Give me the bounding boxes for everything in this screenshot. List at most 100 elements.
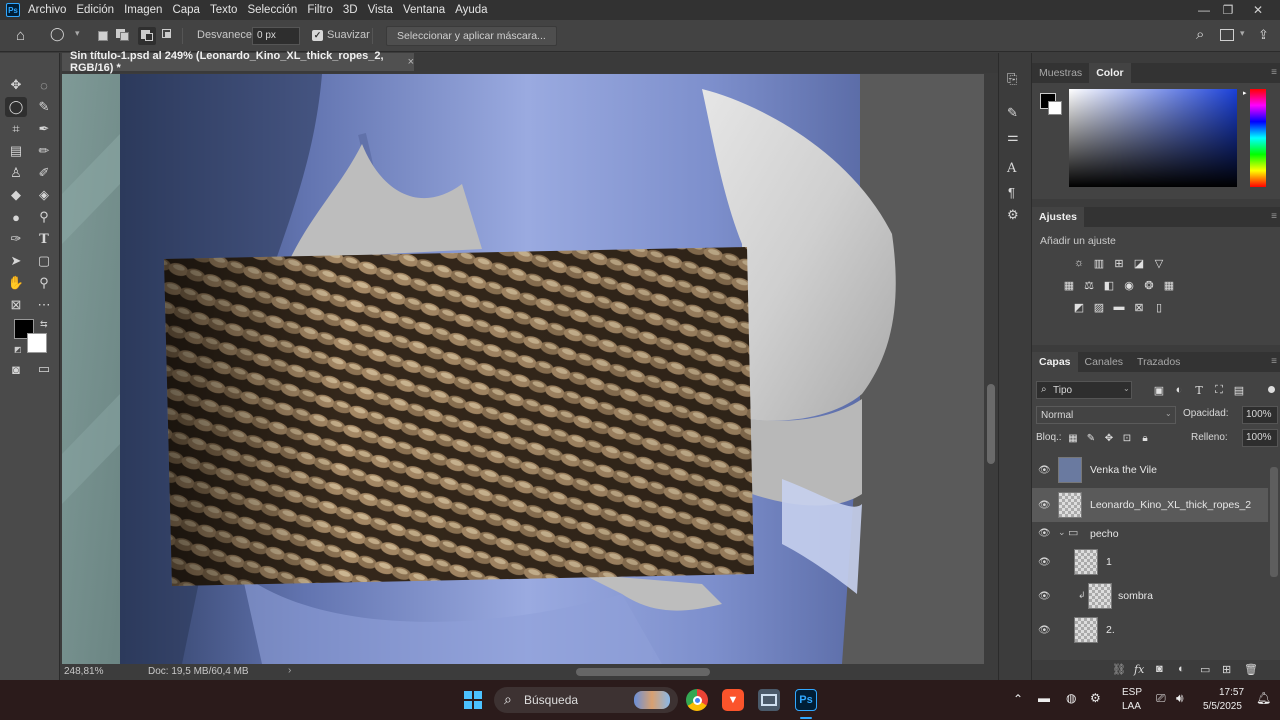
threshold-icon[interactable]: ▬ (1112, 301, 1126, 313)
lasso-tool-icon[interactable]: ◯ (5, 97, 27, 117)
visibility-eye-icon[interactable]: 👁︎ (1038, 557, 1051, 569)
selective-color-icon[interactable]: ⊠ (1132, 301, 1146, 314)
new-layer-icon[interactable]: ⊞ (1222, 663, 1231, 676)
levels-icon[interactable]: ▥ (1092, 257, 1106, 270)
character-panel-icon[interactable]: A (1007, 161, 1016, 176)
steam-icon[interactable]: ⚙ (1090, 691, 1101, 705)
smooth-checkbox[interactable]: ✓ (312, 30, 323, 41)
search-icon[interactable]: ⌕ (1196, 26, 1204, 43)
show-hidden-icons[interactable]: ⌃ (1013, 692, 1023, 706)
brightness-icon[interactable]: ☼ (1072, 257, 1086, 269)
menu-3d[interactable]: 3D (343, 4, 358, 16)
link-layers-icon[interactable]: ⛓ (1112, 663, 1126, 676)
opacity-input[interactable]: 100% (1242, 406, 1278, 424)
menu-capa[interactable]: Capa (172, 4, 200, 16)
filter-toggle-icon[interactable] (1268, 386, 1275, 393)
lasso-preset-icon[interactable]: ◯ (50, 26, 65, 42)
hue-saturation-icon[interactable]: ▦ (1062, 279, 1076, 292)
new-group-icon[interactable]: ▭ (1200, 663, 1210, 676)
tab-muestras[interactable]: Muestras (1032, 63, 1089, 83)
artboard-tool-icon[interactable]: ⊠ (5, 295, 27, 315)
clock-time[interactable]: 17:57 (1219, 687, 1244, 698)
photo-filter-icon[interactable]: ◉ (1122, 279, 1136, 292)
status-arrow-icon[interactable]: › (288, 665, 291, 676)
menu-imagen[interactable]: Imagen (124, 4, 162, 16)
select-and-mask-button[interactable]: Seleccionar y aplicar máscara... (386, 26, 557, 46)
visibility-eye-icon[interactable]: 👁︎ (1038, 500, 1051, 512)
filter-adjustment-icon[interactable]: ◐ (1172, 384, 1186, 396)
home-icon[interactable]: ⌂ (16, 27, 25, 44)
filter-smart-icon[interactable]: ▤ (1232, 384, 1246, 397)
blur-tool-icon[interactable]: ● (5, 207, 27, 227)
history-brush-tool-icon[interactable]: ✐ (33, 163, 55, 183)
quick-select-tool-icon[interactable]: ✎ (33, 97, 55, 117)
tab-color[interactable]: Color (1089, 63, 1131, 83)
curves-icon[interactable]: ⊞ (1112, 257, 1126, 270)
notifications-icon[interactable]: 🔔︎ (1256, 691, 1271, 705)
intersect-selection-icon[interactable] (162, 29, 176, 41)
lock-all-icon[interactable]: 🔒︎ (1138, 432, 1152, 444)
delete-layer-icon[interactable]: 🗑︎ (1244, 663, 1258, 676)
properties-panel-icon[interactable]: ⚌ (1007, 129, 1019, 145)
restore-icon[interactable]: ❐ (1214, 0, 1242, 20)
more-tools-icon[interactable]: ⋯ (33, 295, 55, 315)
menu-edicion[interactable]: Edición (76, 4, 114, 16)
marquee-tool-icon[interactable]: ◌ (33, 75, 55, 95)
layer-row-1[interactable]: 👁︎ 1 (1032, 545, 1268, 579)
dodge-tool-icon[interactable]: ⚲ (33, 207, 55, 227)
pen-tool-icon[interactable]: ✑ (5, 229, 27, 249)
paint-bucket-tool-icon[interactable]: ◈ (33, 185, 55, 205)
clone-stamp-tool-icon[interactable]: ♙ (5, 163, 27, 183)
layer-row-sombra[interactable]: 👁︎ ↲ sombra (1032, 579, 1268, 613)
color-balance-icon[interactable]: ⚖ (1082, 279, 1096, 292)
tab-trazados[interactable]: Trazados (1130, 352, 1187, 372)
new-adjustment-icon[interactable]: ◐ (1178, 663, 1185, 675)
menu-texto[interactable]: Texto (210, 4, 238, 16)
background-color-swatch[interactable] (27, 333, 47, 353)
filter-shape-icon[interactable]: ⛶ (1212, 384, 1226, 396)
canvas-area[interactable] (62, 74, 984, 664)
brush-tool-icon[interactable]: ✏ (33, 141, 55, 161)
menu-seleccion[interactable]: Selección (247, 4, 297, 16)
eraser-tool-icon[interactable]: ◆ (5, 185, 27, 205)
tab-canales[interactable]: Canales (1078, 352, 1131, 372)
feather-input[interactable]: 0 px (252, 27, 300, 45)
workspace-dropdown-icon[interactable]: ▾ (1240, 28, 1245, 39)
visibility-eye-icon[interactable]: 👁︎ (1038, 625, 1051, 637)
language-line1[interactable]: ESP (1122, 687, 1142, 698)
file-explorer-icon[interactable] (758, 689, 780, 711)
zoom-level[interactable]: 248,81% (64, 666, 103, 677)
type-tool-icon[interactable]: T (33, 229, 55, 249)
color-lookup-icon[interactable]: ▦ (1162, 279, 1176, 292)
add-mask-icon[interactable]: ◙ (1156, 663, 1163, 675)
color-panel-menu-icon[interactable]: ≡ (1271, 67, 1277, 78)
hue-slider[interactable] (1250, 89, 1266, 187)
filter-type-icon[interactable]: T (1192, 384, 1206, 397)
workspace-icon[interactable] (1220, 29, 1234, 41)
healing-brush-tool-icon[interactable]: ▤ (5, 141, 27, 161)
chrome-icon[interactable] (686, 689, 708, 711)
visibility-eye-icon[interactable]: 👁︎ (1038, 591, 1051, 603)
share-icon[interactable]: ⇪ (1258, 27, 1269, 43)
color-background-swatch[interactable] (1048, 101, 1062, 115)
history-panel-icon[interactable]: ⎘ (1007, 71, 1017, 87)
filter-pixel-icon[interactable]: ▣ (1152, 384, 1166, 397)
fill-input[interactable]: 100% (1242, 429, 1278, 447)
discord-icon[interactable]: ◍ (1066, 691, 1076, 705)
posterize-icon[interactable]: ▨ (1092, 301, 1106, 314)
clock-date[interactable]: 5/5/2025 (1203, 701, 1242, 712)
zoom-tool-icon[interactable]: ⚲ (33, 273, 55, 293)
lock-position-icon[interactable]: ✥ (1102, 432, 1116, 444)
windows-start-icon[interactable] (462, 689, 484, 711)
blend-mode-select[interactable]: Normal ⌄ (1036, 406, 1176, 424)
visibility-eye-icon[interactable]: 👁︎ (1038, 465, 1051, 477)
layer-filter-select[interactable]: ⌕ Tipo ⌄ (1036, 381, 1132, 399)
move-tool-icon[interactable]: ✥ (5, 75, 27, 95)
tab-capas[interactable]: Capas (1032, 352, 1078, 372)
language-line2[interactable]: LAA (1122, 701, 1141, 712)
brush-settings-icon[interactable]: ✎ (1007, 105, 1018, 121)
default-colors-icon[interactable]: ◩ (14, 345, 22, 354)
document-tab[interactable]: Sin título-1.psd al 249% (Leonardo_Kino_… (62, 50, 414, 74)
eyedropper-tool-icon[interactable]: ✒ (33, 119, 55, 139)
black-white-icon[interactable]: ◧ (1102, 279, 1116, 292)
